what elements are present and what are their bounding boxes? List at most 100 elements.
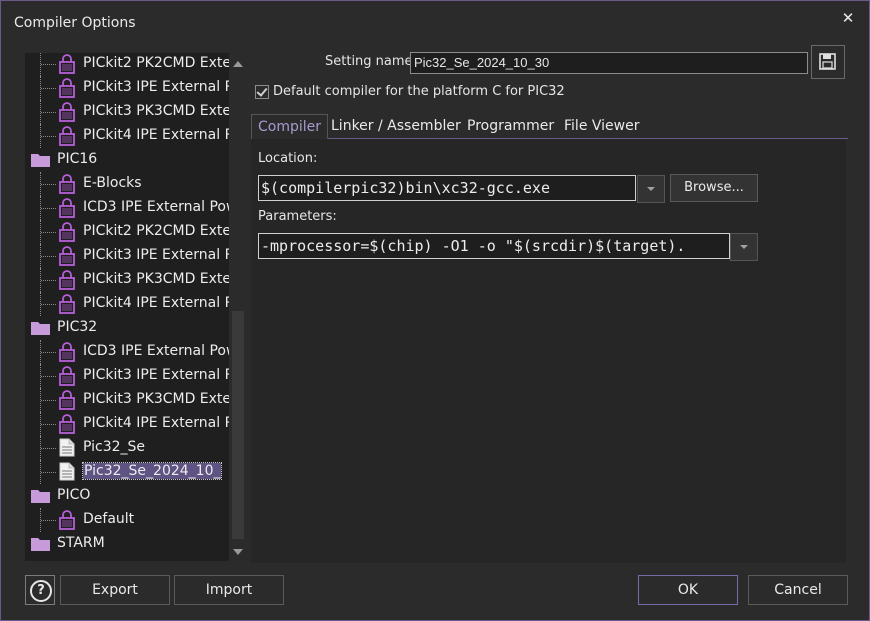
compiler-tab-content: Location: $(compilerpic32)bin\xc32-gcc.e… [251, 139, 846, 563]
tree-guide-line [41, 352, 56, 353]
scroll-up-icon[interactable] [233, 61, 243, 67]
tree-folder[interactable]: PIC32 [25, 316, 229, 340]
tree-guide-line [41, 256, 56, 257]
tree-folder[interactable]: PICO [25, 484, 229, 508]
tree-guide-line [41, 112, 56, 113]
tree-item-label: PICkit2 PK2CMD External [83, 55, 229, 71]
floppy-disk-icon [819, 53, 836, 70]
tree-config-item[interactable]: PICkit2 PK2CMD External [25, 53, 229, 76]
cancel-button[interactable]: Cancel [748, 575, 848, 605]
tree-guide-line [41, 304, 56, 305]
tree-guide-line [41, 64, 56, 65]
tab-bar: Compiler Linker / Assembler Programmer F… [251, 114, 848, 140]
tree-guide-line [41, 472, 56, 473]
save-button[interactable] [811, 45, 845, 79]
tree-item-label: PICkit3 PK3CMD Exter [83, 391, 229, 407]
configuration-lock-icon [59, 294, 75, 314]
tree-config-item[interactable]: PICkit4 IPE External Po [25, 124, 229, 148]
close-icon[interactable]: ✕ [837, 7, 859, 29]
location-input[interactable]: $(compilerpic32)bin\xc32-gcc.exe [258, 175, 636, 201]
tree-config-item[interactable]: E-Blocks [25, 172, 229, 196]
export-button[interactable]: Export [60, 575, 170, 605]
location-label: Location: [258, 151, 318, 166]
tab-file-viewer[interactable]: File Viewer [558, 114, 645, 138]
tree-config-item[interactable]: PICkit2 PK2CMD Exter [25, 220, 229, 244]
tree-config-item[interactable]: PICkit4 IPE External Po [25, 412, 229, 436]
configuration-lock-icon [59, 126, 75, 146]
configuration-lock-icon [59, 366, 75, 386]
tree-guide-line [41, 400, 56, 401]
tree-config-item[interactable]: Default [25, 508, 229, 532]
tree-config-item[interactable]: PICkit3 PK3CMD Exter [25, 100, 229, 124]
tree-guide-line [41, 448, 56, 449]
tree-folder[interactable]: PIC16 [25, 148, 229, 172]
tab-programmer[interactable]: Programmer [461, 114, 560, 138]
tree-file-item[interactable]: Pic32_Se_2024_10_ [25, 460, 229, 484]
help-button[interactable]: ? [25, 575, 55, 605]
parameters-input[interactable]: -mprocessor=$(chip) -O1 -o "$(srcdir)$(t… [258, 233, 730, 259]
tree-item-label: PICkit2 PK2CMD Exter [83, 223, 229, 239]
tab-compiler[interactable]: Compiler [251, 114, 329, 140]
tree-config-item[interactable]: PICkit3 IPE External Po [25, 244, 229, 268]
tree-guide-line [41, 232, 56, 233]
tree-config-item[interactable]: PICkit3 PK3CMD Exter [25, 388, 229, 412]
compiler-options-dialog: Compiler Options ✕ PICkit2 PK2CMD Extern… [0, 0, 870, 621]
configuration-lock-icon [59, 222, 75, 242]
document-icon [59, 438, 75, 457]
ok-button[interactable]: OK [638, 575, 738, 605]
default-compiler-label: Default compiler for the platform C for … [273, 84, 565, 99]
tree-config-item[interactable]: PICkit3 PK3CMD Exter [25, 268, 229, 292]
browse-button[interactable]: Browse... [670, 174, 758, 202]
tree-item-label: Pic32_Se [83, 439, 146, 455]
document-icon [59, 462, 75, 481]
tree-guide-line [41, 280, 56, 281]
tree-config-item[interactable]: PICkit3 IPE External Po [25, 364, 229, 388]
configuration-lock-icon [59, 342, 75, 362]
tree-item-label: PICkit3 IPE External Po [83, 79, 229, 95]
tree-item-label: PICkit3 IPE External Po [83, 247, 229, 263]
setting-name-label: Setting name: [325, 54, 417, 69]
help-icon: ? [30, 580, 52, 602]
tree-scrollbar[interactable] [229, 53, 247, 561]
folder-icon [31, 154, 50, 167]
tree-item-label: PICO [57, 487, 91, 503]
tree-file-item[interactable]: Pic32_Se [25, 436, 229, 460]
tree-guide-line [41, 184, 56, 185]
location-dropdown-button[interactable] [637, 175, 665, 203]
title-bar: Compiler Options ✕ [1, 1, 869, 41]
tree-item-label: ICD3 IPE External Pow [83, 199, 229, 215]
tab-linker-assembler[interactable]: Linker / Assembler [325, 114, 467, 138]
tree-config-item[interactable]: PICkit4 IPE External Po [25, 292, 229, 316]
parameters-dropdown-button[interactable] [730, 233, 758, 261]
configuration-tree[interactable]: PICkit2 PK2CMD External PICkit3 IPE Exter… [25, 53, 229, 561]
tree-item-label: PIC16 [57, 151, 98, 167]
tree-item-label: STARM [57, 535, 105, 551]
configuration-lock-icon [59, 174, 75, 194]
tree-guide-line [41, 208, 56, 209]
tree-guide-line [41, 88, 56, 89]
tree-guide-line [41, 136, 56, 137]
tree-guide-line [41, 424, 56, 425]
tree-item-label: PIC32 [57, 319, 98, 335]
folder-icon [31, 322, 50, 335]
setting-name-input[interactable]: Pic32_Se_2024_10_30 [410, 52, 808, 74]
folder-icon [31, 490, 50, 503]
configuration-lock-icon [59, 102, 75, 122]
tree-config-item[interactable]: ICD3 IPE External Pow [25, 340, 229, 364]
scroll-down-icon[interactable] [233, 549, 243, 555]
tree-guide-line [41, 520, 56, 521]
tree-item-label: PICkit4 IPE External Po [83, 127, 229, 143]
default-compiler-checkbox[interactable] [255, 85, 269, 99]
tree-config-item[interactable]: PICkit3 IPE External Po [25, 76, 229, 100]
import-button[interactable]: Import [174, 575, 284, 605]
tree-item-label: PICkit4 IPE External Po [83, 295, 229, 311]
parameters-label: Parameters: [258, 209, 337, 224]
tree-item-label: Default [83, 511, 135, 527]
tree-config-item[interactable]: ICD3 IPE External Pow [25, 196, 229, 220]
tree-item-label: E-Blocks [83, 175, 142, 191]
configuration-lock-icon [59, 54, 75, 74]
tree-folder[interactable]: STARM [25, 532, 229, 556]
tree-item-label: PICkit3 PK3CMD Exter [83, 271, 229, 287]
configuration-lock-icon [59, 414, 75, 434]
scroll-thumb[interactable] [232, 311, 244, 539]
